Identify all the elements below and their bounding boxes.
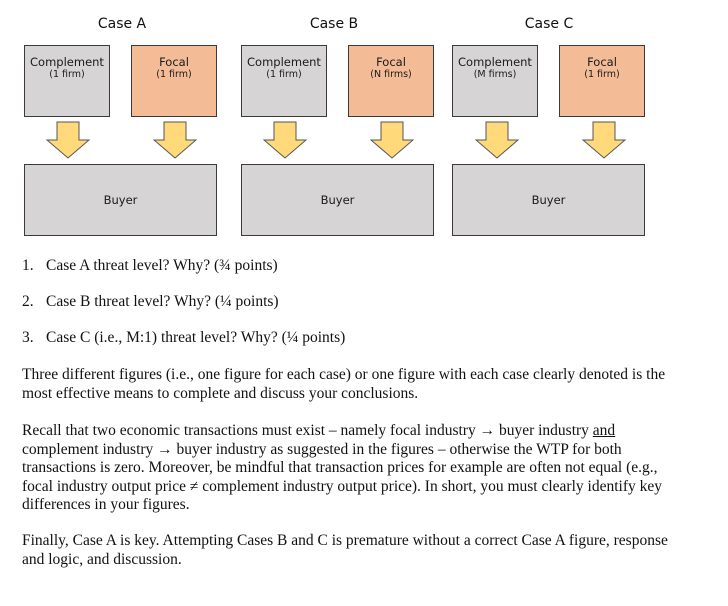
complement-label: Complement [458,55,532,69]
buyer-label: Buyer [531,192,566,207]
down-arrow-icon [370,121,414,159]
down-arrow-icon [582,121,626,159]
case-a-title: Case A [97,16,147,32]
buyer-label: Buyer [320,192,355,207]
focal-firms: (1 firm) [584,69,620,80]
question-number: 1. [22,257,34,274]
question-item: 1. Case A threat level? Why? (¾ points) [22,257,278,275]
case-a-focal-box: Focal (1 firm) [131,45,217,117]
case-b-title: Case B [309,16,359,32]
focal-label: Focal [159,55,189,69]
down-arrow-icon [46,121,90,159]
paragraph-final: Finally, Case A is key. Attempting Cases… [22,532,668,568]
paragraph-figures: Three different figures (i.e., one figur… [22,366,666,402]
underlined-word: and [592,422,616,439]
complement-label: Complement [247,55,321,69]
question-text: Case B threat level? Why? (¼ points) [46,293,279,310]
case-b-complement-box: Complement (1 firm) [241,45,327,117]
question-text: Case A threat level? Why? (¾ points) [46,257,278,274]
buyer-label: Buyer [103,192,138,207]
complement-label: Complement [30,55,104,69]
case-c-focal-box: Focal (1 firm) [559,45,645,117]
case-a-buyer-box: Buyer [24,164,217,236]
question-item: 2. Case B threat level? Why? (¼ points) [22,293,279,311]
down-arrow-icon [475,121,519,159]
case-b-buyer-box: Buyer [241,164,434,236]
paragraph-text: complement industry → buyer industry as … [22,440,662,514]
complement-firms: (M firms) [473,69,517,80]
paragraph-transactions: Recall that two economic transactions mu… [22,422,672,515]
down-arrow-icon [263,121,307,159]
case-c-buyer-box: Buyer [452,164,645,236]
complement-firms: (1 firm) [266,69,302,80]
case-a-complement-box: Complement (1 firm) [24,45,110,117]
question-item: 3. Case C (i.e., M:1) threat level? Why? … [22,329,345,347]
focal-label: Focal [587,55,617,69]
down-arrow-icon [153,121,197,159]
focal-firms: (N firms) [370,69,412,80]
case-b-focal-box: Focal (N firms) [348,45,434,117]
question-text: Case C (i.e., M:1) threat level? Why? (¼… [46,329,346,346]
question-number: 2. [22,293,34,310]
focal-firms: (1 firm) [156,69,192,80]
case-c-title: Case C [524,16,574,32]
paragraph-text: Recall that two economic transactions mu… [22,422,593,439]
question-number: 3. [22,329,34,346]
complement-firms: (1 firm) [49,69,85,80]
focal-label: Focal [376,55,406,69]
case-c-complement-box: Complement (M firms) [452,45,538,117]
